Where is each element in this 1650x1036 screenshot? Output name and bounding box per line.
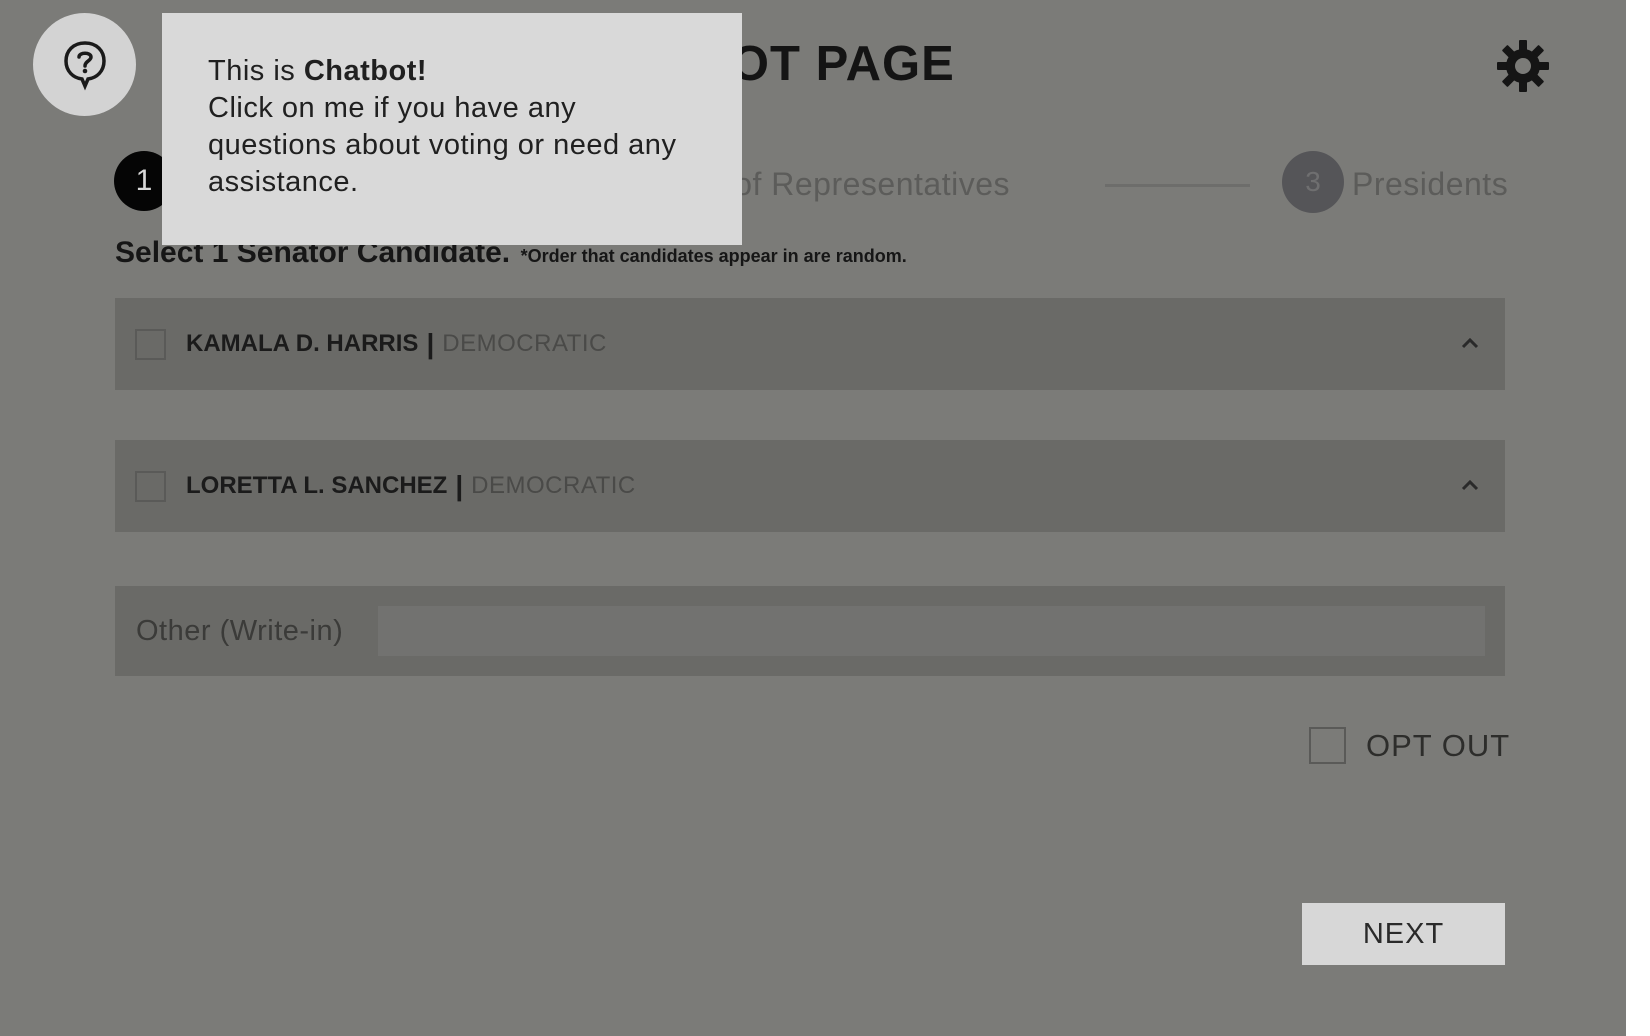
chatbot-body: Click on me if you have any questions ab… bbox=[208, 92, 677, 198]
chatbot-intro: This is Chatbot! bbox=[208, 53, 742, 90]
candidate-checkbox[interactable] bbox=[135, 328, 166, 360]
chatbot-intro-prefix: This is bbox=[208, 55, 304, 87]
chatbot-name: Chatbot! bbox=[303, 55, 428, 87]
candidate-checkbox[interactable] bbox=[135, 470, 166, 502]
candidate-separator: | bbox=[426, 328, 435, 359]
step-connector bbox=[1105, 184, 1250, 187]
chatbot-button[interactable] bbox=[33, 13, 136, 116]
step-3-label: Presidents bbox=[1352, 166, 1509, 202]
write-in-row: Other (Write-in) bbox=[115, 586, 1505, 676]
candidate-name: LORETTA L. SANCHEZ bbox=[186, 472, 448, 499]
chevron-up-icon[interactable] bbox=[1459, 332, 1481, 354]
window-edge bbox=[1626, 0, 1650, 1036]
opt-out-label: OPT OUT bbox=[1366, 727, 1511, 763]
candidate-row[interactable]: KAMALA D. HARRIS | DEMOCRATIC bbox=[115, 298, 1505, 390]
chatbot-tooltip: This is Chatbot! Click on me if you have… bbox=[162, 13, 742, 245]
step-3-indicator: 3 bbox=[1282, 151, 1344, 213]
instruction-note: *Order that candidates appear in are ran… bbox=[520, 246, 907, 266]
candidate-row[interactable]: LORETTA L. SANCHEZ | DEMOCRATIC bbox=[115, 440, 1505, 532]
ballot-page: LOT PAGE 1 se of Representatives 3 Presi… bbox=[0, 0, 1650, 1036]
next-button[interactable]: NEXT bbox=[1302, 903, 1505, 965]
candidate-party: DEMOCRATIC bbox=[471, 472, 636, 499]
chevron-up-icon[interactable] bbox=[1459, 474, 1481, 496]
help-chat-icon bbox=[63, 40, 106, 90]
candidate-separator: | bbox=[455, 470, 464, 501]
opt-out[interactable]: OPT OUT bbox=[1309, 727, 1510, 764]
gear-icon[interactable] bbox=[1495, 38, 1551, 94]
candidate-name: KAMALA D. HARRIS bbox=[186, 330, 419, 357]
candidate-party: DEMOCRATIC bbox=[442, 330, 607, 357]
write-in-input[interactable] bbox=[378, 606, 1485, 656]
opt-out-checkbox[interactable] bbox=[1309, 727, 1346, 764]
write-in-label: Other (Write-in) bbox=[136, 614, 344, 647]
